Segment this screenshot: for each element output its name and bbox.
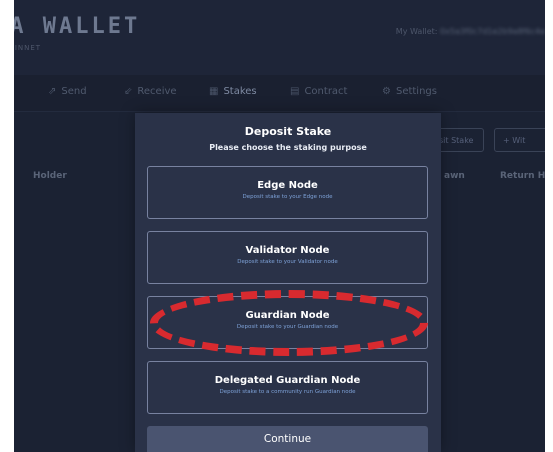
tab-send-label: Send xyxy=(61,86,87,97)
address-value: 0x5a3f0c7d1e2b9a8f6c4e xyxy=(440,27,545,36)
tab-receive[interactable]: ⇙ Receive xyxy=(124,86,177,97)
frame-edge-right xyxy=(545,0,553,452)
contract-icon: ▤ xyxy=(290,86,300,97)
option-description: Deposit stake to your Validator node xyxy=(237,259,338,265)
tab-contract-label: Contract xyxy=(304,86,348,97)
tab-send[interactable]: ⇗ Send xyxy=(48,86,87,97)
send-icon: ⇗ xyxy=(48,86,57,97)
option-description: Deposit stake to your Edge node xyxy=(242,194,333,200)
column-header-holder: Holder xyxy=(33,171,67,181)
address-label: My Wallet: xyxy=(395,27,438,36)
brand-title: TA WALLET xyxy=(0,14,141,39)
option-delegated-guardian-node[interactable]: Delegated Guardian Node Deposit stake to… xyxy=(147,361,428,414)
continue-button[interactable]: Continue xyxy=(147,426,428,452)
column-header-withdrawn: awn xyxy=(444,171,465,181)
option-description: Deposit stake to your Guardian node xyxy=(236,324,339,330)
option-title: Guardian Node xyxy=(245,310,330,321)
option-guardian-node[interactable]: Guardian Node Deposit stake to your Guar… xyxy=(147,296,428,349)
wallet-address: My Wallet: 0x5a3f0c7d1e2b9a8f6c4e xyxy=(396,27,545,36)
nav-bar: ⇗ Send ⇙ Receive ▦ Stakes ▤ Contract ⚙ Settin… xyxy=(0,75,553,112)
tab-receive-label: Receive xyxy=(137,86,177,97)
modal-subtitle: Please choose the staking purpose xyxy=(209,143,367,152)
settings-icon: ⚙ xyxy=(382,86,391,97)
tab-settings[interactable]: ⚙ Settings xyxy=(382,86,437,97)
top-bar: TA WALLET MAINNET My Wallet: 0x5a3f0c7d1… xyxy=(0,0,553,75)
wallet-app: TA WALLET MAINNET My Wallet: 0x5a3f0c7d1… xyxy=(0,0,553,452)
option-edge-node[interactable]: Edge Node Deposit stake to your Edge nod… xyxy=(147,166,428,219)
option-validator-node[interactable]: Validator Node Deposit stake to your Val… xyxy=(147,231,428,284)
tab-contract[interactable]: ▤ Contract xyxy=(290,86,347,97)
option-title: Edge Node xyxy=(257,180,318,191)
tab-settings-label: Settings xyxy=(395,86,437,97)
column-header-return-height: Return H xyxy=(500,171,546,181)
receive-icon: ⇙ xyxy=(124,86,133,97)
option-title: Validator Node xyxy=(245,245,330,256)
option-title: Delegated Guardian Node xyxy=(214,375,361,386)
frame-edge-left xyxy=(0,0,14,452)
modal-title: Deposit Stake xyxy=(244,125,332,138)
tab-stakes[interactable]: ▦ Stakes xyxy=(209,86,257,97)
tab-stakes-label: Stakes xyxy=(223,86,257,97)
deposit-stake-modal: Deposit Stake Please choose the staking … xyxy=(135,113,441,452)
stakes-icon: ▦ xyxy=(209,86,219,97)
option-description: Deposit stake to a community run Guardia… xyxy=(219,389,356,395)
